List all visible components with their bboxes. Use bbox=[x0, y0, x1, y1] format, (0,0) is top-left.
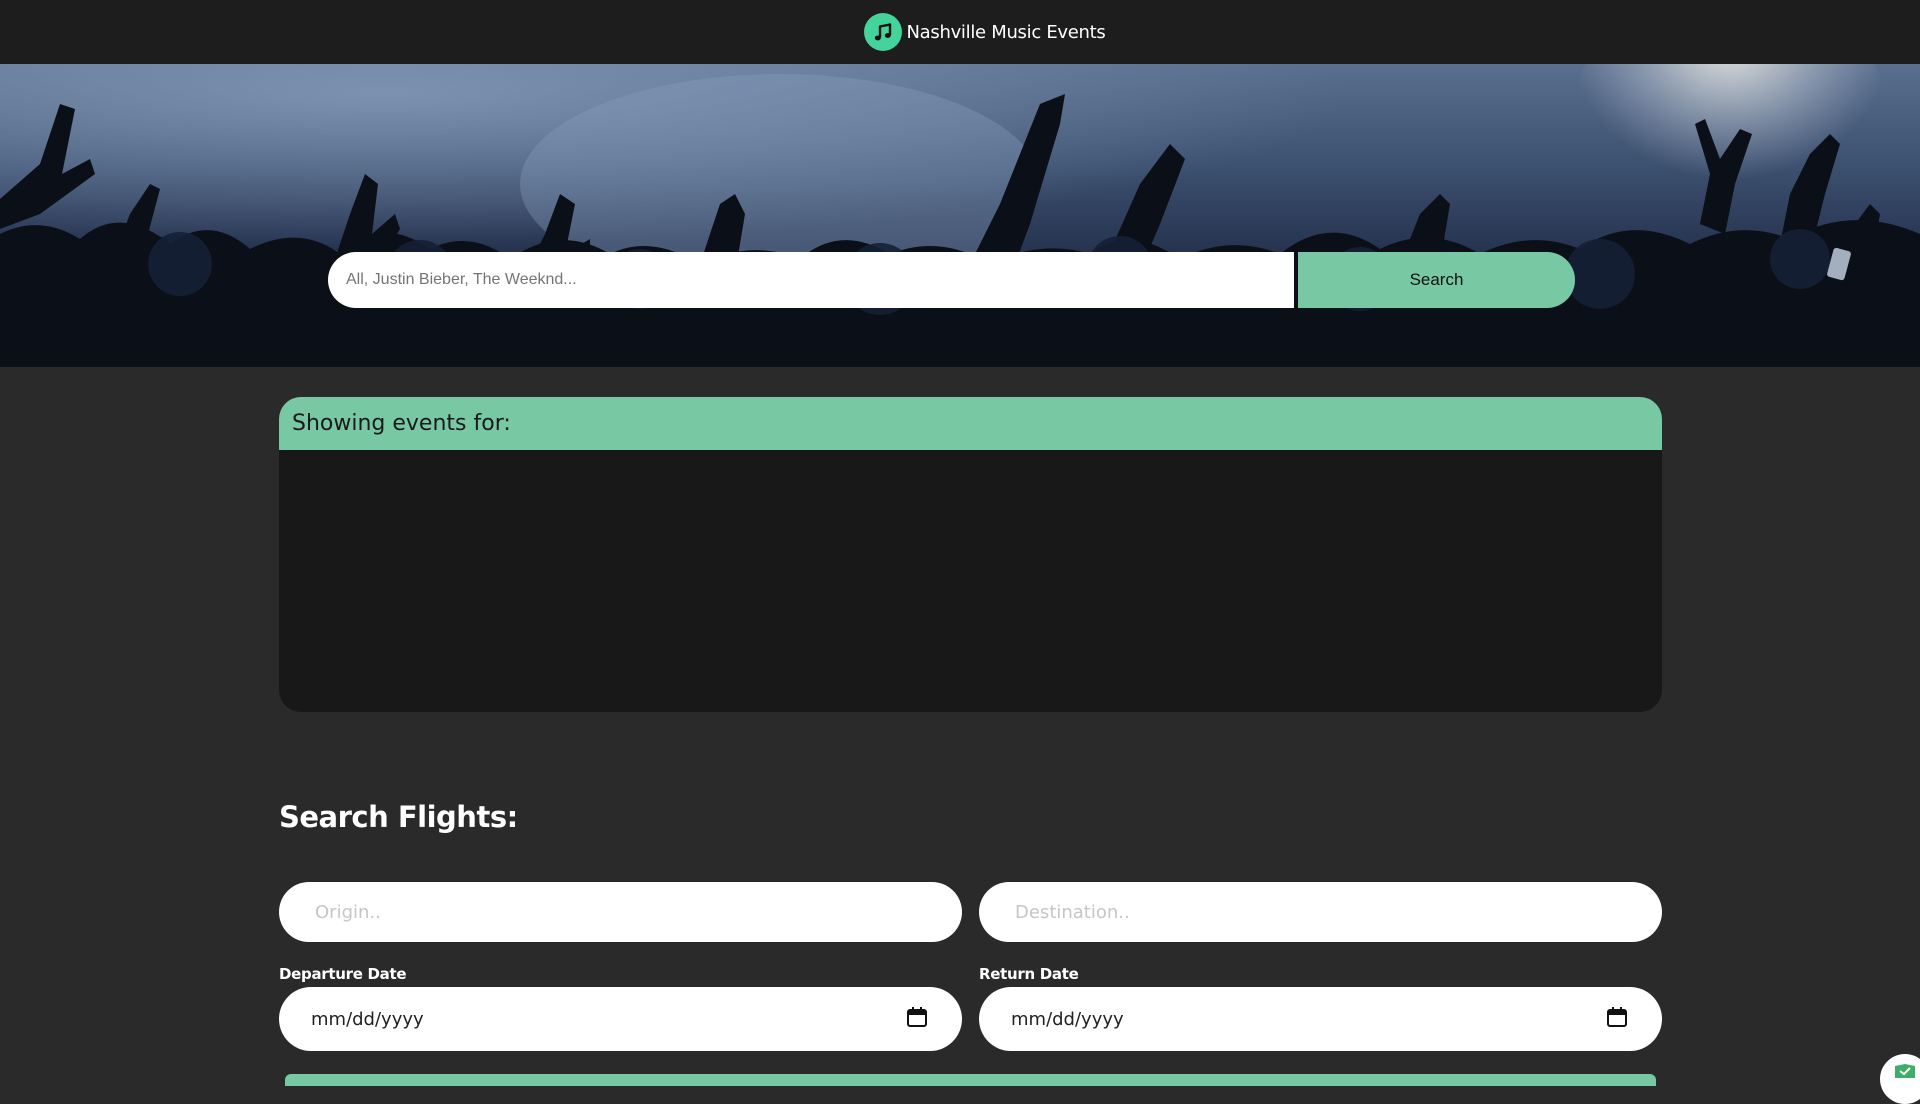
hero-banner: Search bbox=[0, 64, 1920, 367]
shield-check-icon bbox=[1895, 1064, 1915, 1078]
flights-section-title: Search Flights: bbox=[279, 800, 518, 834]
search-flights-button[interactable] bbox=[285, 1074, 1656, 1086]
destination-input[interactable] bbox=[979, 882, 1662, 942]
artist-search-input[interactable] bbox=[328, 252, 1294, 308]
departure-date-value: mm/dd/yyyy bbox=[311, 1008, 424, 1030]
return-date-label: Return Date bbox=[979, 965, 1079, 983]
events-heading: Showing events for: bbox=[292, 411, 511, 436]
events-panel-header: Showing events for: bbox=[279, 397, 1662, 450]
calendar-icon[interactable] bbox=[1606, 1006, 1628, 1033]
search-button[interactable]: Search bbox=[1298, 252, 1575, 308]
departure-date-input[interactable]: mm/dd/yyyy bbox=[279, 987, 962, 1051]
music-note-icon bbox=[864, 13, 903, 51]
origin-input[interactable] bbox=[279, 882, 962, 942]
brand[interactable]: Nashville Music Events bbox=[864, 13, 1106, 51]
site-title: Nashville Music Events bbox=[906, 21, 1106, 43]
artist-search-bar: Search bbox=[328, 252, 1575, 308]
events-list bbox=[279, 450, 1662, 712]
calendar-icon[interactable] bbox=[906, 1006, 928, 1033]
chat-widget-button[interactable] bbox=[1880, 1054, 1920, 1104]
departure-date-label: Departure Date bbox=[279, 965, 407, 983]
return-date-input[interactable]: mm/dd/yyyy bbox=[979, 987, 1662, 1051]
concert-crowd-image bbox=[0, 64, 1920, 367]
return-date-value: mm/dd/yyyy bbox=[1011, 1008, 1124, 1030]
top-navbar: Nashville Music Events bbox=[0, 0, 1920, 64]
events-panel: Showing events for: bbox=[279, 397, 1662, 712]
